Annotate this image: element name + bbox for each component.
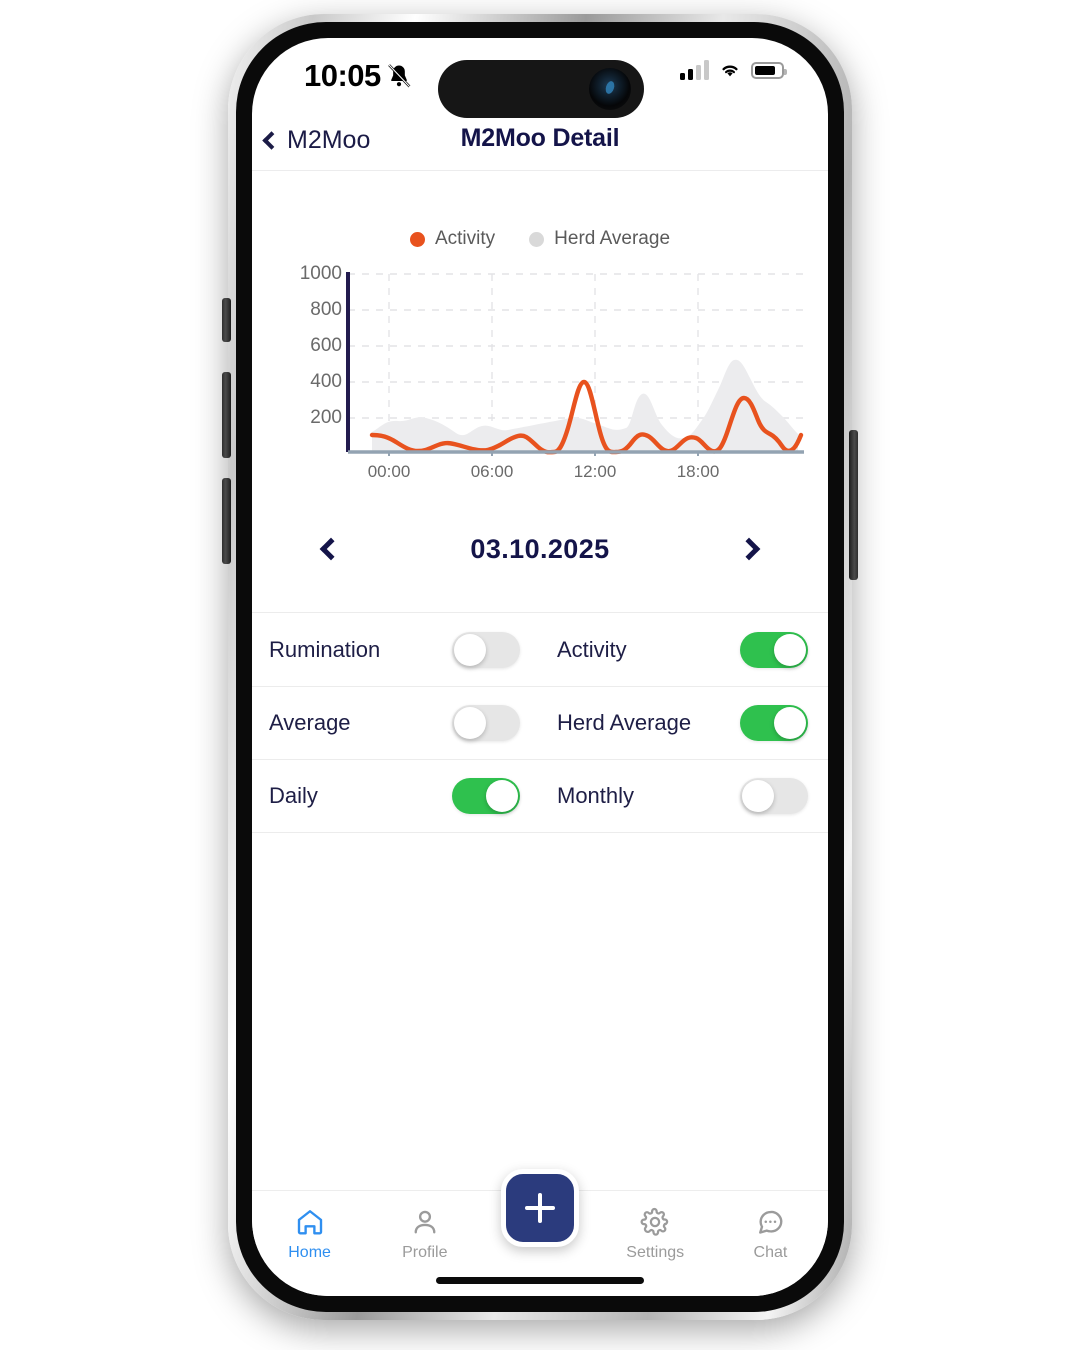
tab-label-chat: Chat xyxy=(753,1244,788,1261)
chat-icon xyxy=(759,1210,783,1234)
cellular-signal-icon xyxy=(680,60,709,80)
toggle-switch-daily[interactable] xyxy=(452,778,520,814)
tab-label-home: Home xyxy=(288,1244,331,1261)
date-navigation: 03.10.2025 xyxy=(252,504,828,594)
y-tick-1000: 1000 xyxy=(299,263,342,284)
dynamic-island xyxy=(438,60,644,118)
tab-label-settings: Settings xyxy=(626,1244,685,1261)
wifi-icon xyxy=(722,65,738,77)
back-button-label: M2Moo xyxy=(287,126,371,154)
x-tick-1200: 12:00 xyxy=(573,462,617,481)
toggle-row: Average Herd Average xyxy=(252,687,828,760)
chevron-left-icon xyxy=(319,537,343,561)
chart-plot-area: 1000 800 600 400 200 00:00 06:00 12:00 1… xyxy=(276,263,804,500)
tab-home[interactable]: Home xyxy=(252,1191,367,1262)
status-bar-indicators xyxy=(680,60,787,80)
date-section-divider xyxy=(252,612,828,613)
chart-y-axis: 1000 800 600 400 200 xyxy=(276,263,342,456)
back-button[interactable]: M2Moo xyxy=(262,126,371,155)
next-day-button[interactable] xyxy=(732,532,766,566)
chevron-left-icon xyxy=(262,131,281,150)
chart-series-herd-average xyxy=(372,359,798,452)
tab-chat[interactable]: Chat xyxy=(713,1191,828,1262)
home-icon xyxy=(297,1210,322,1235)
add-button[interactable] xyxy=(501,1169,579,1247)
toggle-label-average: Average xyxy=(269,710,351,735)
toggle-knob xyxy=(486,780,518,812)
person-icon xyxy=(414,1210,436,1234)
gear-icon xyxy=(640,1207,669,1236)
chart-x-axis: 00:00 06:00 12:00 18:00 xyxy=(276,462,804,490)
phone-screen: 10:05 M2Moo Detail M2Moo Activity Herd A… xyxy=(252,38,828,1296)
chevron-right-icon xyxy=(737,537,761,561)
toggle-cell-average[interactable]: Average xyxy=(252,705,540,741)
toggle-knob xyxy=(774,634,806,666)
x-tick-0600: 06:00 xyxy=(470,462,514,481)
toggle-label-herd-average: Herd Average xyxy=(557,710,692,735)
toggle-knob xyxy=(742,780,774,812)
toggle-cell-monthly[interactable]: Monthly xyxy=(540,778,828,814)
x-tick-1800: 18:00 xyxy=(676,462,720,481)
legend-label-herd-average: Herd Average xyxy=(554,228,671,249)
power-button[interactable] xyxy=(849,430,858,580)
navigation-bar: M2Moo Detail M2Moo xyxy=(252,124,828,172)
legend-item-activity: Activity xyxy=(409,228,496,250)
battery-icon xyxy=(751,61,787,79)
tab-label-profile: Profile xyxy=(402,1244,448,1261)
toggle-switch-rumination[interactable] xyxy=(452,632,520,668)
toggle-cell-daily[interactable]: Daily xyxy=(252,778,540,814)
chart-svg xyxy=(346,272,804,456)
status-bar: 10:05 xyxy=(252,38,828,124)
toggle-label-activity: Activity xyxy=(557,637,627,662)
toggle-switch-activity[interactable] xyxy=(740,632,808,668)
y-tick-400: 400 xyxy=(310,371,342,392)
settings-toggle-list: Rumination Activity Average Herd Average xyxy=(252,614,828,833)
x-tick-0000: 00:00 xyxy=(367,462,411,481)
status-bar-time: 10:05 xyxy=(304,58,381,93)
toggle-cell-rumination[interactable]: Rumination xyxy=(252,632,540,668)
legend-dot-activity xyxy=(409,231,425,247)
toggle-knob xyxy=(454,634,486,666)
silence-switch-button[interactable] xyxy=(222,298,231,342)
toggle-knob xyxy=(454,707,486,739)
home-indicator[interactable] xyxy=(436,1277,644,1284)
toggle-cell-activity[interactable]: Activity xyxy=(540,632,828,668)
toggle-label-daily: Daily xyxy=(269,783,318,808)
volume-down-button[interactable] xyxy=(222,478,231,564)
legend-dot-herd-average xyxy=(529,231,545,247)
legend-label-activity: Activity xyxy=(434,228,496,249)
navigation-divider xyxy=(252,170,828,171)
y-tick-600: 600 xyxy=(310,335,342,356)
selected-date[interactable]: 03.10.2025 xyxy=(470,534,609,565)
front-camera-icon xyxy=(589,68,631,110)
y-tick-200: 200 xyxy=(310,407,342,428)
bottom-tab-bar: Home Profile Settings Chat xyxy=(252,1169,828,1296)
toggle-cell-herd-average[interactable]: Herd Average xyxy=(540,705,828,741)
toggle-switch-herd-average[interactable] xyxy=(740,705,808,741)
toggle-row: Rumination Activity xyxy=(252,614,828,687)
screenshot-root: 10:05 M2Moo Detail M2Moo Activity Herd A… xyxy=(0,0,1080,1350)
toggle-switch-average[interactable] xyxy=(452,705,520,741)
previous-day-button[interactable] xyxy=(314,532,348,566)
plus-icon xyxy=(525,1193,555,1223)
y-tick-800: 800 xyxy=(310,299,342,320)
toggle-row: Daily Monthly xyxy=(252,760,828,833)
tab-settings[interactable]: Settings xyxy=(598,1191,713,1262)
legend-item-herd-average: Herd Average xyxy=(529,228,670,250)
tab-profile[interactable]: Profile xyxy=(367,1191,482,1262)
bell-slash-icon xyxy=(388,64,411,88)
toggle-label-monthly: Monthly xyxy=(557,783,635,808)
toggle-knob xyxy=(774,707,806,739)
toggle-label-rumination: Rumination xyxy=(269,637,381,662)
toggle-switch-monthly[interactable] xyxy=(740,778,808,814)
chart-legend: Activity Herd Average xyxy=(252,228,828,250)
volume-up-button[interactable] xyxy=(222,372,231,458)
